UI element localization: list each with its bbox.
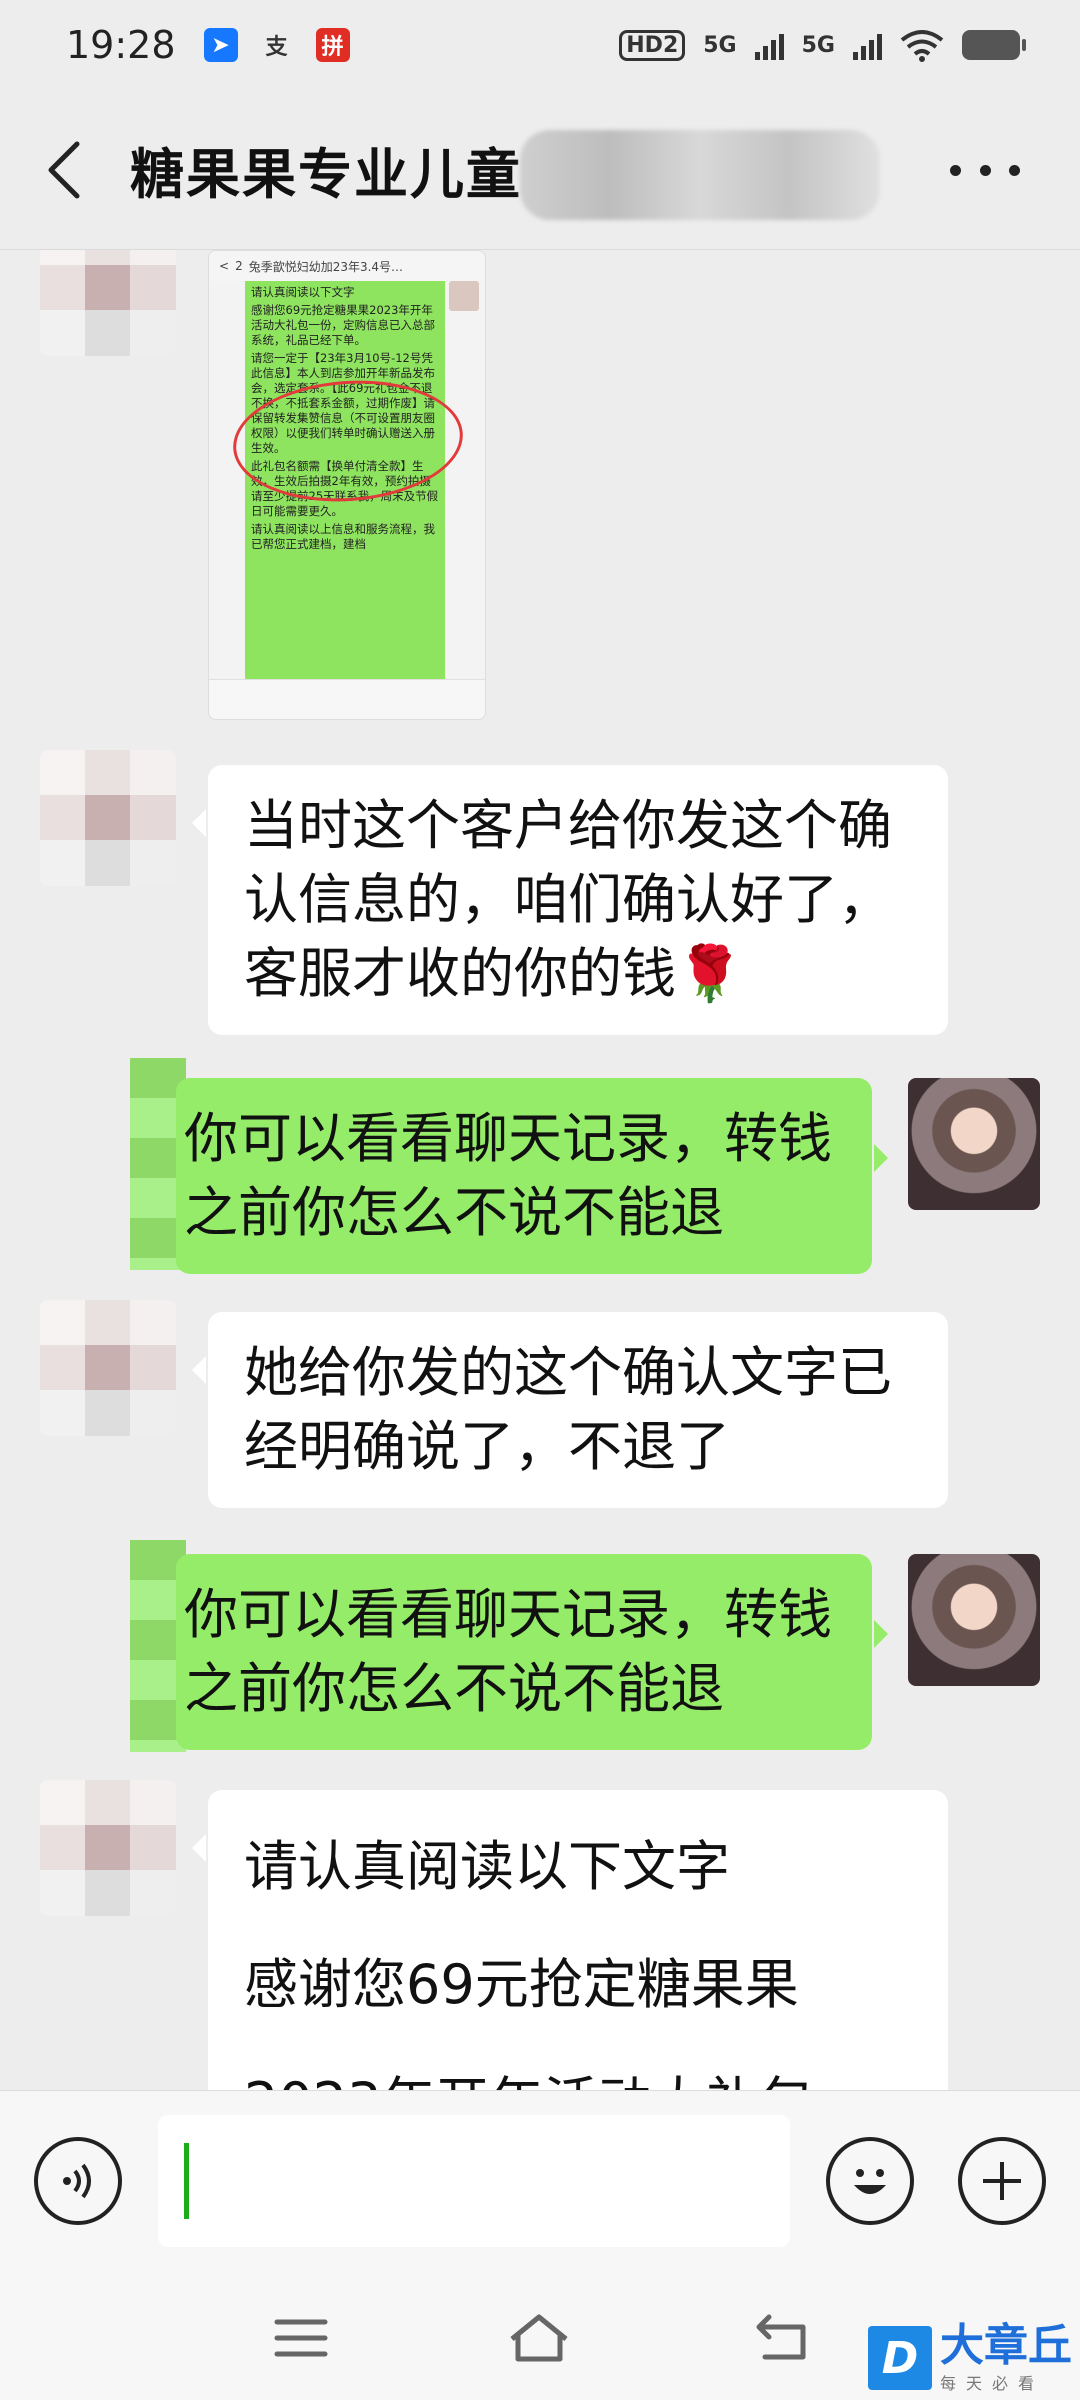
signal-strength-icon (754, 30, 784, 60)
emoji-button[interactable] (826, 2137, 914, 2225)
dot-icon (979, 164, 991, 176)
message-line: 她给你发的这个确认文字已 (244, 1341, 892, 1404)
smiley-icon (854, 2169, 886, 2194)
image-text-line: 感谢您69元抢定糖果果2023年开年活动大礼包一份，定购信息已入总部系统，礼品已… (251, 303, 435, 347)
home-icon (510, 2314, 568, 2362)
hd-voice-icon: HD2 (619, 29, 686, 61)
watermark-logo: D (868, 2326, 932, 2390)
message-line: 请认真阅读以下文字 (244, 1835, 730, 1898)
status-bar: 19:28 ➤ 支 拼 HD2 5G 5G (0, 0, 1080, 90)
image-top-bar: < 2 兔季歆悦妇幼加23年3.4号… (209, 251, 485, 281)
image-count-badge: 2 (235, 259, 243, 273)
incoming-message-bubble[interactable]: 她给你发的这个确认文字已 经明确说了，不退了 (192, 1312, 948, 1508)
outgoing-message-bubble[interactable]: 你可以看看聊天记录，转钱 之前你怎么不说不能退 (176, 1078, 888, 1274)
outgoing-message-bubble[interactable]: 你可以看看聊天记录，转钱 之前你怎么不说不能退 (176, 1554, 888, 1750)
image-text-line: 请认真阅读以下文字 (251, 285, 355, 299)
message-line: 之前你怎么不说不能退 (184, 1181, 724, 1244)
dot-icon (1009, 164, 1020, 176)
image-input-bar (209, 679, 485, 719)
signal-5g-label-1: 5G (703, 32, 737, 58)
message-line: 感谢您69元抢定糖果果 (244, 1953, 799, 2016)
home-nav-button[interactable] (504, 2310, 574, 2366)
image-text-line: 请认真阅读以上信息和服务流程，我已帮您正式建档，建档 (251, 522, 435, 551)
notification-icons: ➤ 支 拼 (203, 28, 350, 62)
status-time: 19:28 (66, 23, 176, 67)
message-line: 经明确说了，不退了 (244, 1415, 730, 1478)
dot-icon (950, 164, 961, 176)
wifi-icon (900, 30, 944, 62)
system-navigation-bar: D 大章丘 每天必看 (0, 2270, 1080, 2400)
text-cursor (184, 2143, 189, 2219)
title-blur-mask (520, 130, 880, 220)
watermark-slogan: 每天必看 (940, 2374, 1045, 2393)
message-list[interactable]: < 2 兔季歆悦妇幼加23年3.4号… 请认真阅读以下文字 感谢您69元抢定糖果… (0, 250, 1080, 2090)
chevron-left-icon (48, 141, 80, 198)
system-indicators: HD2 5G 5G (619, 28, 1026, 62)
contact-avatar[interactable] (40, 750, 176, 886)
back-button[interactable] (0, 90, 130, 250)
message-line: 客服才收的你的钱🌹 (244, 942, 744, 1005)
message-line: 你可以看看聊天记录，转钱 (184, 1583, 832, 1646)
image-back-icon: < (219, 259, 230, 273)
screenshot-image-message[interactable]: < 2 兔季歆悦妇幼加23年3.4号… 请认真阅读以下文字 感谢您69元抢定糖果… (208, 250, 486, 720)
watermark-name: 大章丘 (940, 2320, 1072, 2371)
message-line: 你可以看看聊天记录，转钱 (184, 1107, 832, 1170)
voice-input-button[interactable] (34, 2137, 122, 2225)
input-bar (0, 2090, 1080, 2270)
back-nav-button[interactable] (746, 2310, 816, 2366)
incoming-message-bubble[interactable]: 当时这个客户给你发这个确 认信息的，咱们确认好了， 客服才收的你的钱🌹 (192, 765, 948, 1035)
my-avatar[interactable] (908, 1554, 1040, 1686)
plus-icon (983, 2162, 1021, 2200)
image-avatar (449, 281, 479, 311)
menu-icon (274, 2319, 328, 2357)
more-options-button[interactable] (950, 140, 1020, 200)
menu-nav-button[interactable] (266, 2310, 336, 2366)
message-input[interactable] (158, 2115, 790, 2247)
message-line: 认信息的，咱们确认好了， (244, 868, 892, 931)
navigation-app-icon: ➤ (203, 28, 238, 62)
chat-title: 糖果果专业儿童 (130, 143, 522, 206)
contact-avatar[interactable] (40, 1780, 176, 1916)
contact-avatar[interactable] (40, 250, 176, 356)
chat-header: 糖果果专业儿童 (0, 90, 1080, 250)
signal-strength-icon (853, 30, 882, 60)
more-functions-button[interactable] (958, 2137, 1046, 2225)
return-icon (756, 2314, 806, 2360)
my-avatar[interactable] (908, 1078, 1040, 1210)
contact-avatar[interactable] (40, 1300, 176, 1436)
image-chat-title: 兔季歆悦妇幼加23年3.4号… (248, 259, 404, 274)
message-line: 2023年开年活动大礼包一 (244, 2044, 912, 2090)
site-watermark: D 大章丘 每天必看 (868, 2322, 1072, 2394)
battery-icon (962, 30, 1026, 60)
incoming-message-bubble[interactable]: 请认真阅读以下文字 感谢您69元抢定糖果果 2023年开年活动大礼包一 (192, 1790, 948, 2090)
message-line: 当时这个客户给你发这个确 (244, 794, 892, 857)
voice-icon (63, 2163, 91, 2199)
message-line: 之前你怎么不说不能退 (184, 1657, 724, 1720)
alipay-icon: 支 (265, 35, 288, 60)
signal-5g-label-2: 5G (801, 32, 835, 58)
shopping-app-icon: 拼 (315, 28, 350, 62)
